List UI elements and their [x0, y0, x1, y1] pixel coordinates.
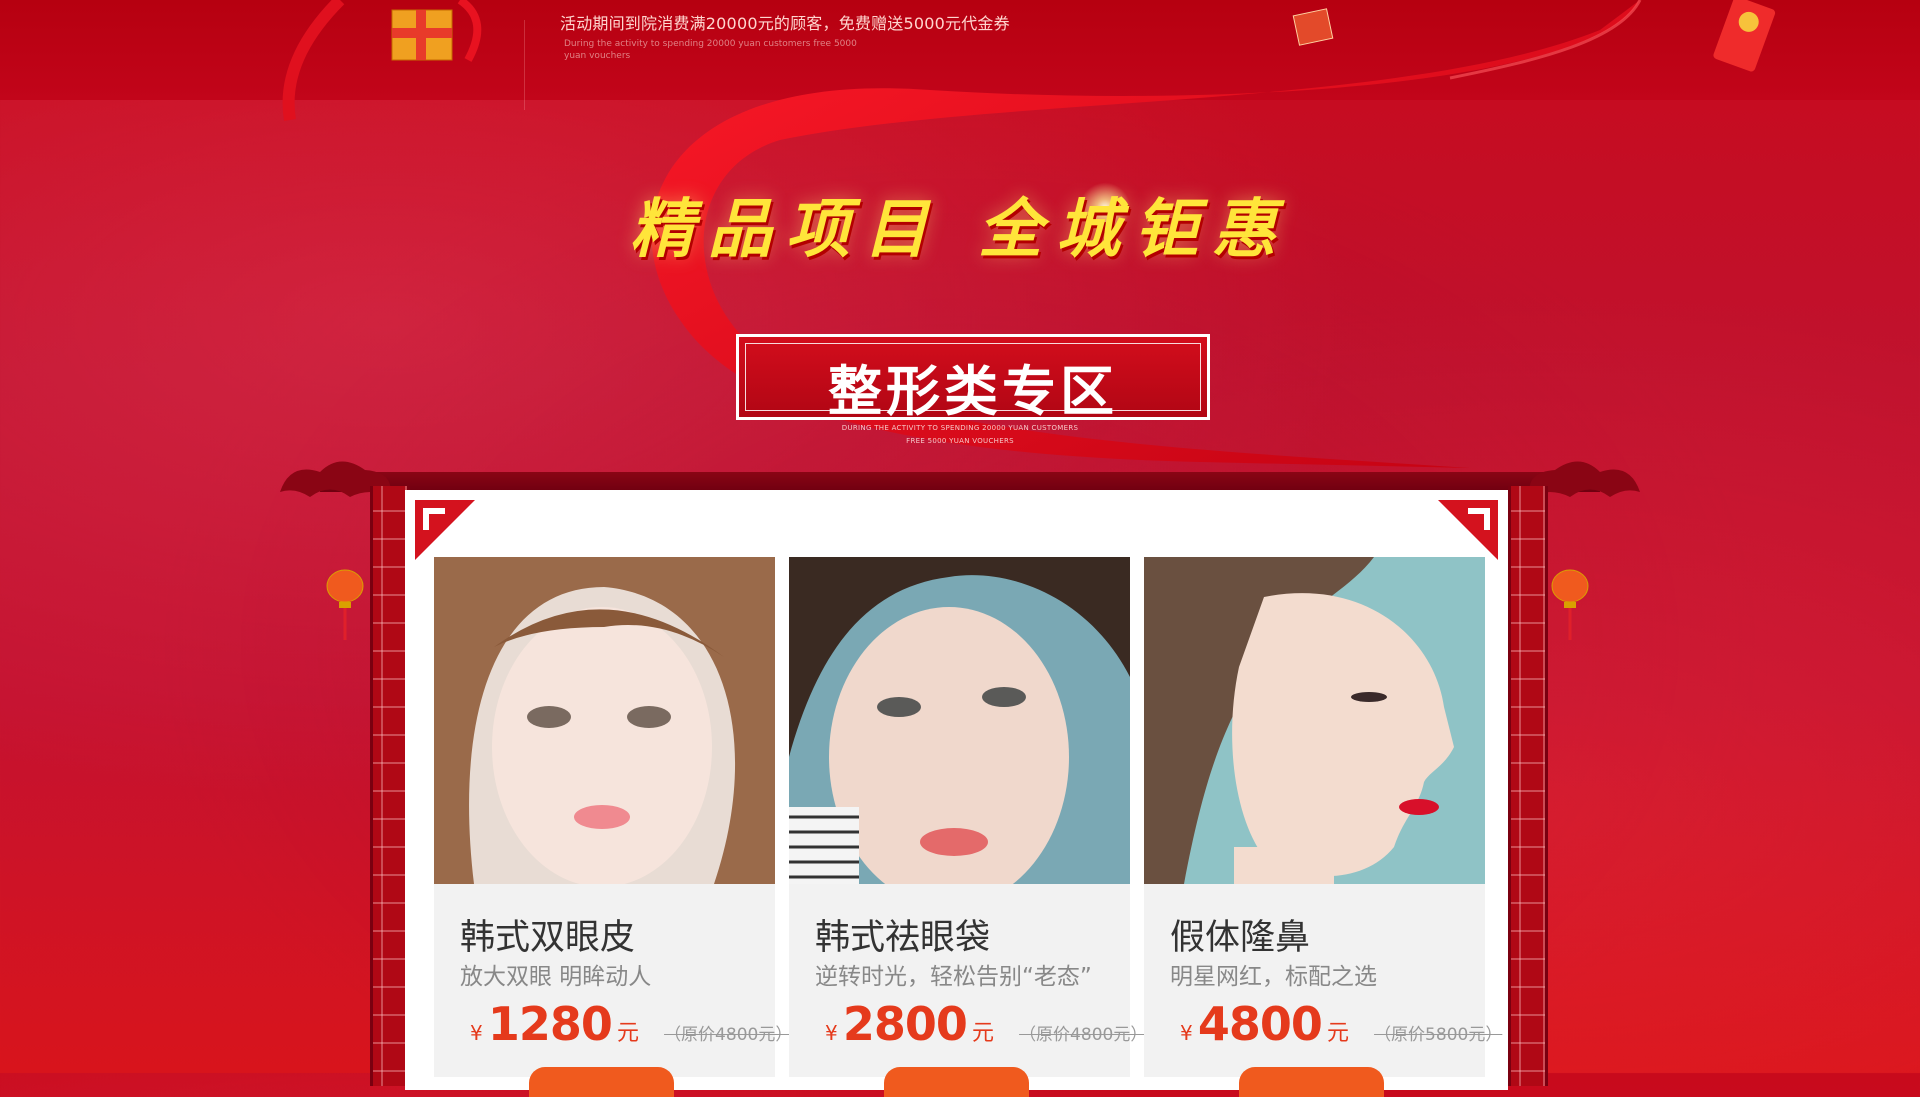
original-price: （原价5800元） [1374, 1025, 1503, 1045]
price-row: ¥ 2800 元 （原价4800元） [825, 997, 1147, 1057]
product-photo [1144, 557, 1485, 884]
sale-price: 2800 [842, 997, 968, 1051]
section-banner: 整形类专区 [736, 334, 1210, 423]
promo-text: 活动期间到院消费满20000元的顾客，免费赠送5000元代金券 [560, 14, 1010, 33]
product-desc: 放大双眼 明眸动人 [460, 964, 652, 990]
currency-symbol: ¥ [825, 1021, 838, 1045]
buy-button[interactable] [1239, 1067, 1384, 1097]
product-card[interactable]: 韩式祛眼袋 逆转时光，轻松告别“老态” ¥ 2800 元 （原价4800元） [789, 557, 1147, 1097]
frame-left-border [370, 486, 410, 1086]
currency-symbol: ¥ [1180, 1021, 1193, 1045]
original-price: （原价4800元） [664, 1025, 793, 1045]
price-row: ¥ 4800 元 （原价5800元） [1180, 997, 1502, 1057]
product-title: 假体隆鼻 [1170, 918, 1311, 958]
lantern-icon [1551, 569, 1589, 640]
ribbon-curl-left [282, 0, 345, 121]
product-desc: 逆转时光，轻松告别“老态” [815, 964, 1092, 990]
product-title: 韩式双眼皮 [460, 918, 636, 958]
price-unit: 元 [971, 1021, 994, 1046]
product-card[interactable]: 韩式双眼皮 放大双眼 明眸动人 ¥ 1280 元 （原价4800元） [434, 557, 792, 1097]
page-headline: 精品项目 全城钜惠 [629, 192, 1291, 267]
product-card[interactable]: 假体隆鼻 明星网红，标配之选 ¥ 4800 元 （原价5800元） [1144, 557, 1502, 1097]
section-subtitle-line2: FREE 5000 YUAN VOUCHERS [906, 437, 1014, 445]
product-photo [789, 557, 1130, 884]
price-unit: 元 [616, 1021, 639, 1046]
price-unit: 元 [1326, 1021, 1349, 1046]
sale-price: 4800 [1197, 997, 1323, 1051]
buy-button[interactable] [529, 1067, 674, 1097]
scroll-top-bar [320, 472, 1600, 492]
price-row: ¥ 1280 元 （原价4800元） [470, 997, 792, 1057]
gift-box-icon [1292, 8, 1334, 46]
sale-price: 1280 [487, 997, 613, 1051]
frame-right-border [1508, 486, 1548, 1086]
product-desc: 明星网红，标配之选 [1170, 964, 1377, 990]
product-photo [434, 557, 775, 884]
buy-button[interactable] [884, 1067, 1029, 1097]
corner-ornament [415, 500, 475, 560]
product-title: 韩式祛眼袋 [815, 918, 991, 958]
section-subtitle: DURING THE ACTIVITY TO SPENDING 20000 YU… [0, 422, 1920, 448]
lantern-icon [326, 569, 364, 640]
currency-symbol: ¥ [470, 1021, 483, 1045]
promo-subtext: During the activity to spending 20000 yu… [564, 39, 857, 61]
promo-divider [524, 20, 525, 110]
red-envelope-icon [1713, 0, 1776, 72]
section-subtitle-line1: DURING THE ACTIVITY TO SPENDING 20000 YU… [841, 424, 1079, 432]
original-price: （原价4800元） [1019, 1025, 1148, 1045]
section-title: 整形类专区 [828, 360, 1118, 423]
corner-ornament [1438, 500, 1498, 560]
